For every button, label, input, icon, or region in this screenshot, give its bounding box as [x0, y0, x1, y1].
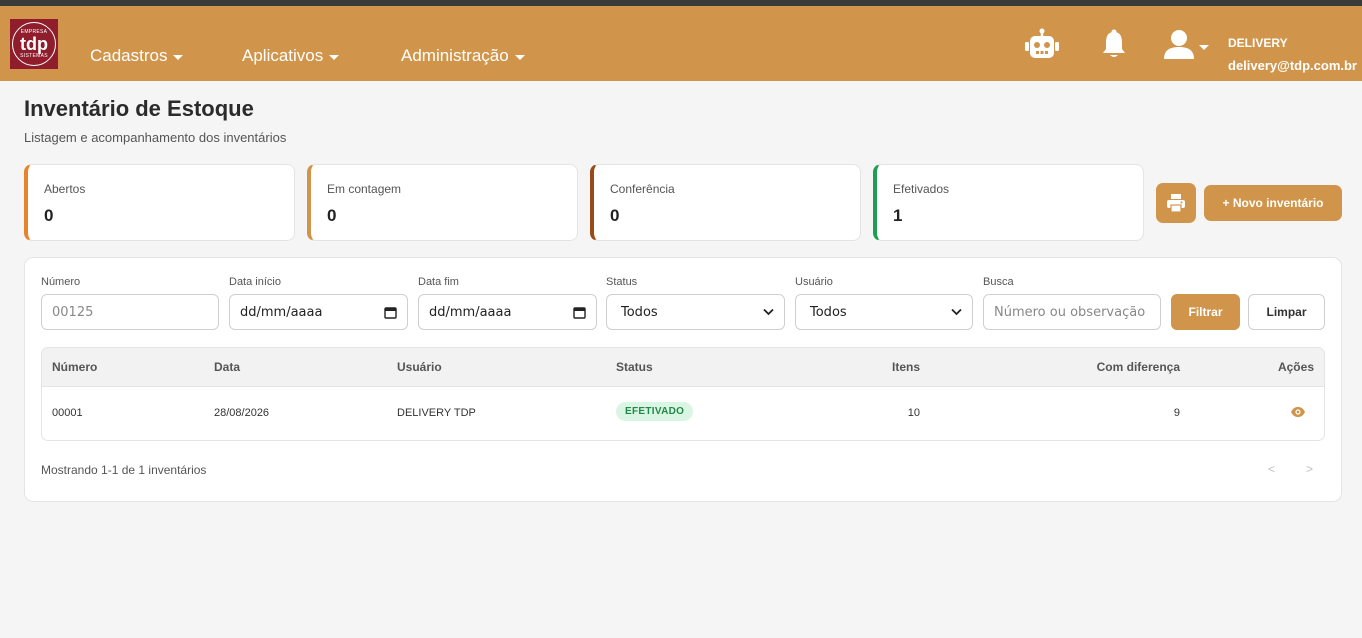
pagination-summary: Mostrando 1-1 de 1 inventários [41, 463, 207, 477]
clear-button[interactable]: Limpar [1248, 294, 1325, 330]
logo-seal: EMPRESA tdp SISTEMAS [12, 22, 56, 66]
filter-data-inicio-input[interactable]: dd/mm/aaaa [229, 294, 408, 330]
caret-down-icon [514, 54, 525, 60]
nav-menu-aplicativos[interactable]: Aplicativos [242, 46, 340, 66]
nav-menu-label: Administração [401, 46, 509, 65]
card-label: Efetivados [893, 182, 950, 196]
new-inventory-button[interactable]: + Novo inventário [1204, 185, 1342, 221]
th-itens: Itens [891, 360, 920, 374]
cell-usuario: DELIVERY TDP [397, 407, 476, 419]
navbar: EMPRESA tdp SISTEMAS Cadastros Aplicativ… [0, 6, 1362, 81]
card-value: 0 [44, 206, 54, 225]
pagination-prev[interactable]: < [1268, 462, 1275, 476]
filter-status-select[interactable]: Todos [606, 294, 785, 330]
brand-logo[interactable]: EMPRESA tdp SISTEMAS [10, 19, 58, 69]
filter-usuario-select[interactable]: Todos [795, 294, 973, 330]
filter-busca-input[interactable]: Número ou observação [983, 294, 1161, 330]
th-numero: Número [52, 360, 98, 374]
chevron-down-icon [951, 308, 962, 316]
view-eye-icon[interactable] [1290, 405, 1306, 423]
user-email: delivery@tdp.com.br [1228, 58, 1357, 73]
inventory-panel: Número 00125 Data início dd/mm/aaaa Data… [24, 257, 1342, 502]
page-subtitle: Listagem e acompanhamento dos inventário… [24, 130, 287, 145]
filter-busca-label: Busca [983, 276, 1014, 288]
filter-status-label: Status [606, 276, 638, 288]
filter-data-inicio-label: Data início [229, 276, 281, 288]
card-em-contagem: Em contagem 0 [307, 164, 578, 241]
filter-data-inicio-value: dd/mm/aaaa [240, 304, 323, 320]
card-label: Conferência [610, 182, 675, 196]
page-title: Inventário de Estoque [24, 96, 254, 121]
filter-numero-placeholder: 00125 [52, 304, 94, 320]
status-badge: EFETIVADO [616, 402, 694, 421]
robot-icon[interactable] [1023, 28, 1060, 60]
card-value: 1 [893, 206, 903, 225]
user-icon[interactable] [1162, 28, 1196, 60]
logo-bottom-text: SISTEMAS [20, 53, 48, 59]
nav-menu-label: Aplicativos [242, 46, 324, 65]
cell-numero: 00001 [52, 407, 83, 419]
card-label: Em contagem [327, 182, 402, 196]
chevron-down-icon [763, 308, 774, 316]
table-row: 00001 28/08/2026 DELIVERY TDP EFETIVADO … [42, 387, 1324, 440]
filter-numero-label: Número [41, 276, 81, 288]
filter-button[interactable]: Filtrar [1171, 294, 1240, 330]
card-label: Abertos [44, 182, 86, 196]
filter-numero-input[interactable]: 00125 [41, 294, 219, 330]
th-acoes: Ações [1277, 360, 1314, 374]
calendar-icon[interactable] [573, 306, 586, 319]
filter-data-fim-label: Data fim [418, 276, 459, 288]
card-efetivados: Efetivados 1 [873, 164, 1144, 241]
th-diferenca: Com diferença [1096, 360, 1180, 374]
printer-icon [1167, 194, 1185, 213]
th-status: Status [616, 360, 653, 374]
card-abertos: Abertos 0 [24, 164, 295, 241]
cell-diferenca: 9 [1173, 407, 1180, 419]
th-usuario: Usuário [397, 360, 442, 374]
filter-usuario-label: Usuário [795, 276, 833, 288]
inventory-table: Número Data Usuário Status Itens Com dif… [41, 347, 1325, 441]
logo-main-text: tdp [20, 34, 48, 54]
user-caret-down-icon[interactable] [1199, 45, 1209, 50]
table-header: Número Data Usuário Status Itens Com dif… [42, 348, 1324, 387]
nav-menu-cadastros[interactable]: Cadastros [90, 46, 184, 66]
filter-status-value: Todos [621, 304, 658, 320]
filter-busca-placeholder: Número ou observação [994, 304, 1146, 320]
filter-usuario-value: Todos [810, 304, 847, 320]
nav-menu-label: Cadastros [90, 46, 168, 65]
cell-itens: 10 [907, 407, 920, 419]
caret-down-icon [173, 54, 184, 60]
user-name: DELIVERY [1228, 36, 1288, 50]
filter-data-fim-value: dd/mm/aaaa [429, 304, 512, 320]
calendar-icon[interactable] [384, 306, 397, 319]
cell-data: 28/08/2026 [214, 407, 270, 419]
caret-down-icon [329, 54, 340, 60]
nav-menu-administracao[interactable]: Administração [401, 46, 525, 66]
card-conferencia: Conferência 0 [590, 164, 861, 241]
print-button[interactable] [1156, 183, 1196, 223]
filter-data-fim-input[interactable]: dd/mm/aaaa [418, 294, 597, 330]
th-data: Data [214, 360, 241, 374]
card-value: 0 [327, 206, 337, 225]
bell-icon[interactable] [1100, 28, 1127, 60]
card-value: 0 [610, 206, 620, 225]
pagination-next[interactable]: > [1306, 462, 1313, 476]
